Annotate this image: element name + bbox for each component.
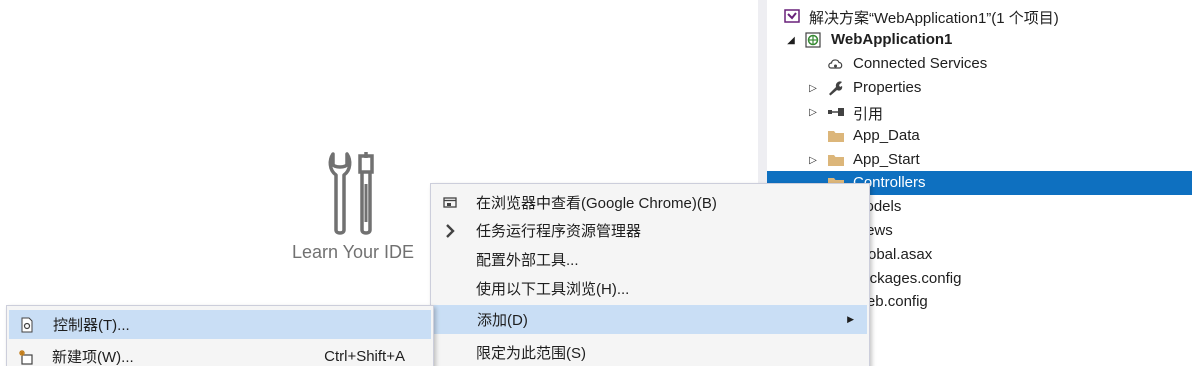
add-submenu-item-label: 新建项(W)... xyxy=(52,349,134,366)
folder-icon xyxy=(827,128,845,144)
controller-icon xyxy=(18,316,36,334)
collapsed-arrow-icon[interactable]: ▷ xyxy=(807,100,819,124)
context-menu-item[interactable]: 限定为此范围(S) xyxy=(433,338,867,366)
context-menu-item[interactable]: 使用以下工具浏览(H)... xyxy=(433,274,867,303)
learn-your-ide-label[interactable]: Learn Your IDE xyxy=(286,242,420,263)
context-menu-item-label: 使用以下工具浏览(H)... xyxy=(476,281,630,298)
tree-item-label: 引用 xyxy=(853,106,884,123)
shortcut-text: Ctrl+Shift+A xyxy=(324,348,405,365)
collapsed-arrow-icon[interactable]: ▷ xyxy=(807,76,819,100)
tree-item-label: App_Start xyxy=(853,151,920,168)
tree-item-label: 解决方案“WebApplication1”(1 个项目) xyxy=(809,10,1059,27)
context-menu-item[interactable]: 任务运行程序资源管理器 xyxy=(433,216,867,245)
learn-your-ide-link[interactable]: Learn Your IDE xyxy=(286,150,420,263)
web-project-icon xyxy=(805,32,823,48)
collapsed-arrow-icon[interactable]: ▷ xyxy=(807,148,819,172)
tree-item-label: App_Data xyxy=(853,127,920,144)
add-submenu-item[interactable]: 控制器(T)... xyxy=(9,310,431,339)
tree-item-[interactable]: ▷ 引用 xyxy=(767,100,1192,124)
context-menu-item-label: 在浏览器中查看(Google Chrome)(B) xyxy=(476,195,717,212)
context-menu-item-label: 添加(D) xyxy=(477,312,528,329)
tree-item-label: WebApplication1 xyxy=(831,31,953,48)
tree-item-webapplication1-1[interactable]: 解决方案“WebApplication1”(1 个项目) xyxy=(767,4,1192,28)
connected-services-icon xyxy=(827,56,845,72)
context-menu-item-label: 配置外部工具... xyxy=(476,252,579,269)
tree-item-app-data[interactable]: App_Data xyxy=(767,124,1192,148)
add-submenu-item[interactable]: 新建项(W)... Ctrl+Shift+A xyxy=(9,342,431,366)
tree-item-webapplication1[interactable]: ◢ WebApplication1 xyxy=(767,28,1192,52)
context-menu-item[interactable]: 在浏览器中查看(Google Chrome)(B) xyxy=(433,188,867,217)
new-item-icon xyxy=(17,348,35,366)
submenu-arrow-icon: ▶ xyxy=(847,314,854,324)
wrench-icon xyxy=(827,80,845,96)
context-menu-item[interactable]: 添加(D) ▶ xyxy=(433,305,867,334)
context-menu-item-label: 任务运行程序资源管理器 xyxy=(476,223,642,240)
solution-icon xyxy=(783,8,801,24)
references-icon xyxy=(827,104,845,120)
context-menu: 在浏览器中查看(Google Chrome)(B) 任务运行程序资源管理器 配置外部… xyxy=(430,183,870,366)
tree-item-properties[interactable]: ▷ Properties xyxy=(767,76,1192,100)
tree-item-label: Connected Services xyxy=(853,55,988,72)
context-menu-item-label: 限定为此范围(S) xyxy=(476,345,586,362)
expanded-arrow-icon[interactable]: ◢ xyxy=(785,28,797,52)
tools-icon xyxy=(328,152,374,235)
folder-icon xyxy=(827,152,845,168)
add-submenu: 控制器(T)... 新建项(W)... Ctrl+Shift+A xyxy=(6,305,434,366)
browser-view-icon xyxy=(441,194,459,212)
chevron-right-icon xyxy=(441,222,459,240)
context-menu-item[interactable]: 配置外部工具... xyxy=(433,245,867,274)
tree-item-app-start[interactable]: ▷ App_Start xyxy=(767,148,1192,172)
tree-item-label: Properties xyxy=(853,79,922,96)
add-submenu-item-label: 控制器(T)... xyxy=(53,317,130,334)
tree-item-connected-services[interactable]: Connected Services xyxy=(767,52,1192,76)
